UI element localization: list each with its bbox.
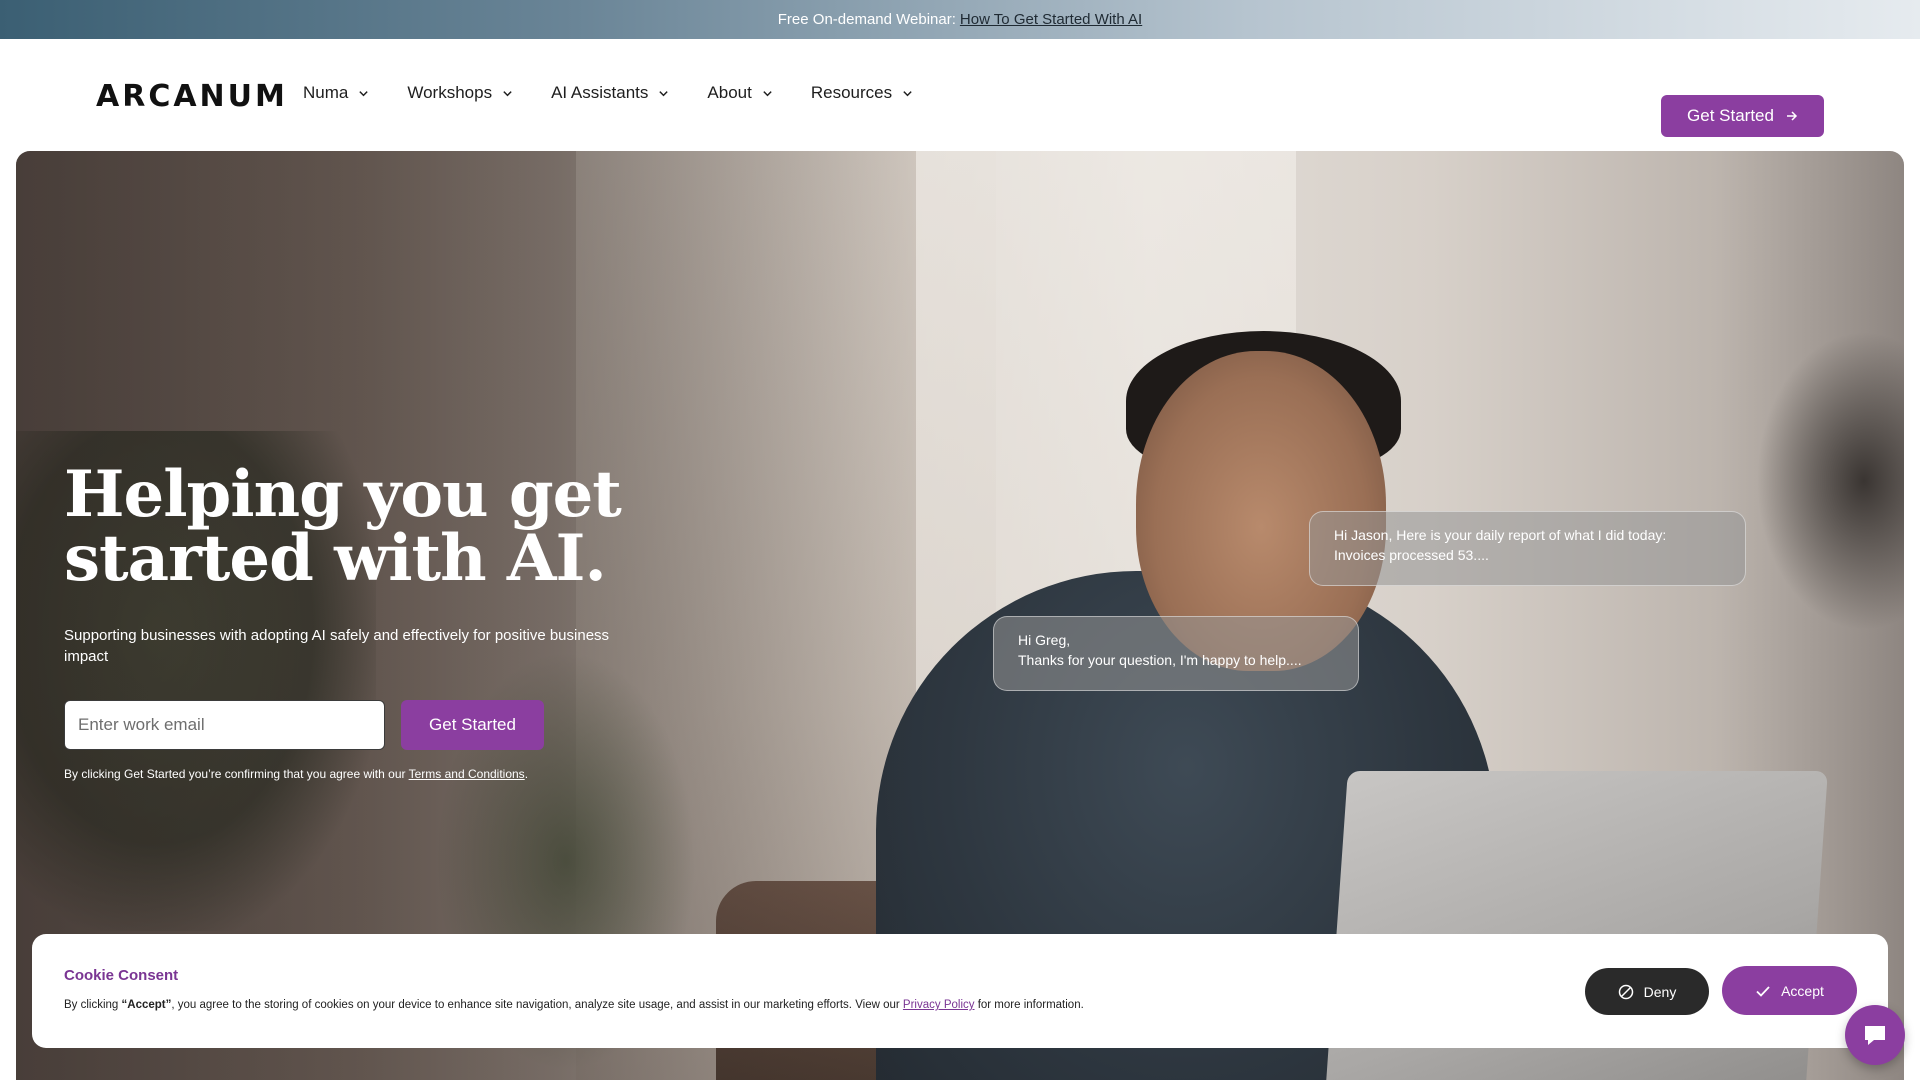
check-icon xyxy=(1756,985,1770,997)
hero-title-line-2: started with AI. xyxy=(64,521,607,596)
chat-bubble-line: Hi Greg, xyxy=(1018,632,1071,648)
arcanum-logo[interactable]: ARCANUM xyxy=(96,79,288,114)
work-email-input[interactable] xyxy=(64,700,385,750)
nav-item-label: Workshops xyxy=(407,83,493,102)
terms-suffix: . xyxy=(524,767,529,781)
chat-bubble-line: Thanks for your question, I'm happy to h… xyxy=(1018,652,1302,668)
chevron-down-icon xyxy=(359,90,369,96)
nav-item-label: Numa xyxy=(303,83,349,102)
accept-label: Accept xyxy=(1781,982,1824,999)
deny-button[interactable]: Deny xyxy=(1585,968,1709,1015)
webinar-link[interactable]: How To Get Started With AI xyxy=(960,11,1142,28)
cookie-consent-banner: Cookie Consent By clicking “Accept”, you… xyxy=(32,934,1888,1048)
nav-item-about[interactable]: About xyxy=(707,83,772,103)
nav-item-label: About xyxy=(707,83,752,102)
terms-link[interactable]: Terms and Conditions xyxy=(409,767,525,781)
chat-bubble-greeting: Hi Greg, Thanks for your question, I'm h… xyxy=(993,616,1359,691)
header-get-started-label: Get Started xyxy=(1687,106,1774,125)
nav-item-workshops[interactable]: Workshops xyxy=(407,83,513,103)
cookie-consent-text: By clicking “Accept”, you agree to the s… xyxy=(64,999,1084,1011)
cookie-text-body: , you agree to the storing of cookies on… xyxy=(171,999,903,1011)
chat-widget-button[interactable] xyxy=(1845,1005,1905,1065)
nav-item-ai-assistants[interactable]: AI Assistants xyxy=(551,83,669,103)
accept-button[interactable]: Accept xyxy=(1722,966,1857,1015)
cookie-text-suffix: for more information. xyxy=(974,999,1084,1011)
nav-menu: Numa Workshops AI Assistants About Resou… xyxy=(303,83,951,103)
chevron-down-icon xyxy=(659,90,669,96)
announcement-text: Free On-demand Webinar: xyxy=(777,11,956,28)
chevron-down-icon xyxy=(763,90,772,96)
terms-prefix: By clicking Get Started you’re confirmin… xyxy=(64,767,409,781)
chat-bubble-line: Invoices processed 53.... xyxy=(1334,547,1489,563)
nav-item-label: Resources xyxy=(810,83,893,102)
hero-get-started-button[interactable]: Get Started xyxy=(401,700,544,750)
cookie-text-accept: “Accept” xyxy=(121,999,172,1011)
header-get-started-button[interactable]: Get Started xyxy=(1661,95,1824,137)
deny-label: Deny xyxy=(1643,983,1677,1000)
chevron-down-icon xyxy=(503,90,512,96)
main-nav: ARCANUM Numa Workshops AI Assistants Abo… xyxy=(0,39,1920,151)
arrow-right-icon xyxy=(1786,111,1798,121)
hero-subtitle: Supporting businesses with adopting AI s… xyxy=(64,627,610,665)
cookie-consent-title: Cookie Consent xyxy=(64,967,179,984)
chat-bubble-line: Hi Jason, Here is your daily report of w… xyxy=(1334,527,1667,543)
chevron-down-icon xyxy=(903,90,912,96)
nav-item-numa[interactable]: Numa xyxy=(303,83,369,103)
cookie-text-prefix: By clicking xyxy=(64,999,122,1011)
nav-item-resources[interactable]: Resources xyxy=(811,83,913,103)
hero-title: Helping you get started with AI. xyxy=(64,463,764,591)
privacy-policy-link[interactable]: Privacy Policy xyxy=(903,999,975,1011)
hero-lamp xyxy=(1756,331,1904,631)
nav-item-label: AI Assistants xyxy=(551,83,649,102)
chat-icon xyxy=(1865,1026,1885,1045)
chat-bubble-report: Hi Jason, Here is your daily report of w… xyxy=(1309,511,1746,586)
hero-terms-text: By clicking Get Started you’re confirmin… xyxy=(64,765,534,783)
block-icon xyxy=(1618,984,1633,999)
announcement-bar: Free On-demand Webinar: How To Get Start… xyxy=(0,0,1920,39)
